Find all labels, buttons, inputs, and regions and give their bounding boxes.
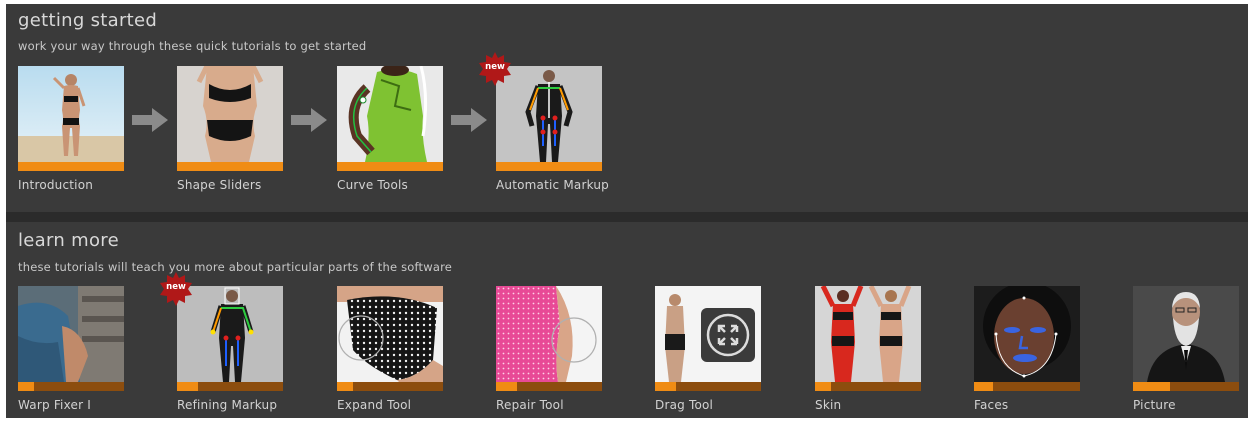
progress-bar [496,382,602,391]
progress-fill [177,162,283,171]
new-badge: new [478,52,512,86]
progress-fill [177,382,199,391]
progress-bar [655,382,761,391]
progress-fill [337,382,353,391]
tutorial-thumbnail [974,286,1080,382]
next-arrow-icon [451,108,487,132]
tutorial-tile-warp-fixer[interactable]: Warp Fixer I [18,286,124,412]
progress-bar [18,382,124,391]
progress-bar [177,382,283,391]
progress-fill [337,162,443,171]
progress-fill [496,382,518,391]
tutorial-thumbnail [337,66,443,162]
progress-bar [337,382,443,391]
section-divider [6,212,1248,222]
tutorial-label: Repair Tool [496,398,564,412]
tutorial-thumbnail [18,66,124,162]
tutorial-label: Warp Fixer I [18,398,91,412]
tutorial-thumbnail [1133,286,1239,382]
section-title-learn-more: learn more [18,230,119,251]
progress-bar [18,162,124,171]
progress-fill [1133,382,1171,391]
next-arrow-icon [291,108,327,132]
tutorial-thumbnail [18,286,124,382]
tutorial-label: Introduction [18,178,94,192]
progress-bar [337,162,443,171]
progress-bar [1133,382,1239,391]
tutorial-tile-shape-sliders[interactable]: Shape Sliders [177,66,283,192]
new-badge-label: new [485,62,505,72]
tutorial-thumbnail [815,286,921,382]
tutorial-label: Shape Sliders [177,178,262,192]
new-badge: new [159,272,193,306]
getting-started-panel: getting started work your way through th… [6,4,1248,212]
progress-fill [496,162,602,171]
progress-fill [655,382,677,391]
progress-bar [815,382,921,391]
progress-fill [815,382,831,391]
learn-more-panel: learn more these tutorials will teach yo… [6,222,1248,418]
progress-fill [18,162,124,171]
progress-bar [177,162,283,171]
tutorial-tile-introduction[interactable]: Introduction [18,66,124,192]
tutorial-thumbnail [337,286,443,382]
tutorial-tile-skin[interactable]: Skin [815,286,921,412]
progress-fill [974,382,994,391]
next-arrow-icon [132,108,168,132]
tutorial-thumbnail [655,286,761,382]
progress-bar [974,382,1080,391]
tutorial-tile-expand-tool[interactable]: Expand Tool [337,286,443,412]
tutorial-label: Automatic Markup [496,178,609,192]
tutorial-thumbnail [177,66,283,162]
section-subtitle-learn-more: these tutorials will teach you more abou… [18,260,453,274]
new-badge-label: new [166,282,186,292]
tutorial-label: Skin [815,398,842,412]
tutorial-label: Faces [974,398,1009,412]
tutorial-tile-faces[interactable]: Faces [974,286,1080,412]
tutorial-thumbnail [496,286,602,382]
tutorial-tile-picture[interactable]: Picture [1133,286,1239,412]
tutorial-label: Expand Tool [337,398,412,412]
section-subtitle-getting-started: work your way through these quick tutori… [18,39,367,53]
tutorial-tile-curve-tools[interactable]: Curve Tools [337,66,443,192]
tutorial-label: Picture [1133,398,1176,412]
tutorial-label: Drag Tool [655,398,714,412]
tutorial-label: Refining Markup [177,398,278,412]
tutorial-label: Curve Tools [337,178,408,192]
tutorial-tile-drag-tool[interactable]: Drag Tool [655,286,761,412]
tutorial-tile-repair-tool[interactable]: Repair Tool [496,286,602,412]
progress-bar [496,162,602,171]
section-title-getting-started: getting started [18,10,158,31]
progress-fill [18,382,34,391]
